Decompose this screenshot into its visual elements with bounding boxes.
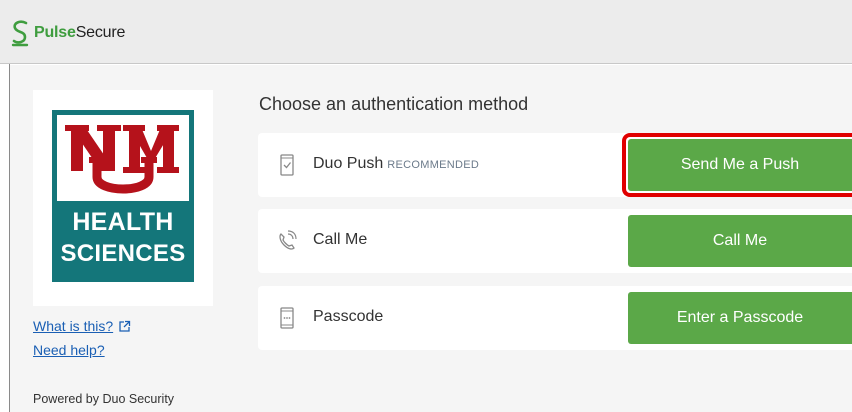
recommended-badge: RECOMMENDED — [387, 159, 480, 171]
what-is-this-row: What is this? — [33, 318, 131, 334]
method-row-duo-push: Duo Push RECOMMENDED Send Me a Push — [258, 133, 852, 197]
method-label-passcode: Passcode — [313, 308, 384, 325]
method-row-passcode: Passcode Enter a Passcode — [258, 286, 852, 350]
logo-text-sciences: SCIENCES — [60, 240, 186, 267]
method-row-call-me: Call Me Call Me — [258, 209, 852, 273]
enter-passcode-button[interactable]: Enter a Passcode — [628, 292, 852, 344]
page-title: Choose an authentication method — [259, 94, 529, 114]
method-label-call-me: Call Me — [313, 231, 368, 248]
pulse-secure-logo-icon — [11, 20, 29, 47]
passcode-device-icon — [280, 307, 294, 329]
external-link-icon — [119, 320, 131, 332]
unm-emblem-icon — [65, 125, 179, 194]
brand-name: PulseSecure — [34, 24, 125, 42]
pulse-secure-brand: PulseSecure — [10, 19, 125, 47]
phone-call-icon — [279, 230, 297, 250]
logo-emblem-area — [57, 115, 189, 201]
call-me-button[interactable]: Call Me — [628, 215, 852, 267]
title-bar: PulseSecure — [0, 0, 852, 64]
unm-health-sciences-logo: HEALTH SCIENCES — [52, 110, 194, 282]
what-is-this-link[interactable]: What is this? — [33, 318, 113, 334]
send-push-button[interactable]: Send Me a Push — [628, 139, 852, 191]
method-label-duo-push: Duo Push RECOMMENDED — [313, 155, 479, 173]
logo-text-health: HEALTH — [72, 208, 174, 236]
need-help-link[interactable]: Need help? — [33, 342, 131, 358]
duo-push-label: Duo Push — [313, 155, 384, 172]
organization-logo-card: HEALTH SCIENCES — [33, 90, 213, 306]
brand-secure: Secure — [75, 24, 126, 41]
help-links: What is this? Need help? — [33, 318, 131, 367]
powered-by-text: Powered by Duo Security — [33, 392, 175, 406]
brand-pulse: Pulse — [34, 24, 76, 41]
phone-check-icon — [280, 154, 294, 176]
